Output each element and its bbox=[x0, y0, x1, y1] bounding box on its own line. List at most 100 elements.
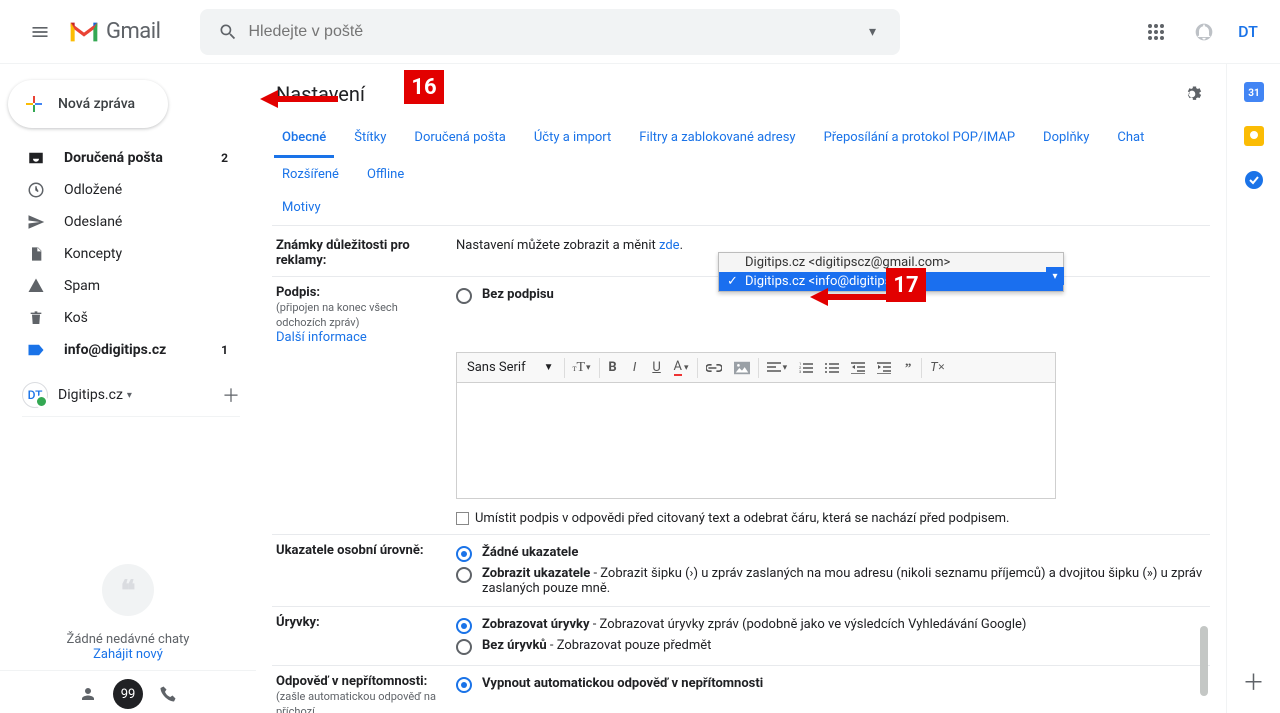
tasks-addon-icon[interactable] bbox=[1244, 170, 1264, 190]
keep-addon-icon[interactable] bbox=[1244, 126, 1264, 146]
vacation-hint: (zašle automatickou odpověď na příchozí bbox=[276, 690, 436, 713]
radio-indicators-show[interactable] bbox=[456, 567, 472, 583]
compose-button[interactable]: Nová zpráva bbox=[8, 80, 168, 128]
tab-general[interactable]: Obecné bbox=[274, 120, 334, 158]
signature-textarea[interactable] bbox=[456, 383, 1056, 499]
numbered-list-button[interactable]: 123 bbox=[793, 358, 819, 378]
apps-grid-icon[interactable] bbox=[1136, 12, 1176, 52]
tab-offline[interactable]: Offline bbox=[359, 157, 412, 192]
indicators-opt2-t: - Zobrazit šipku (›) u zpráv zaslaných n… bbox=[482, 566, 1202, 596]
font-family-select[interactable]: Sans Serif▼ bbox=[459, 356, 562, 379]
indicators-opt1: Žádné ukazatele bbox=[482, 545, 578, 560]
chevron-down-icon[interactable]: ▾ bbox=[127, 390, 132, 401]
tab-advanced[interactable]: Rozšířené bbox=[274, 157, 347, 192]
signature-placement-checkbox[interactable] bbox=[456, 512, 469, 525]
hangouts-start-link[interactable]: Zahájit nový bbox=[20, 647, 236, 662]
hangouts-tab[interactable]: 99 bbox=[113, 679, 143, 709]
clear-formatting-button[interactable]: T✕ bbox=[924, 356, 951, 379]
folder-nav: Doručená pošta 2 Odložené Odeslané Konce… bbox=[0, 142, 256, 366]
signature-toolbar: Sans Serif▼ тT▾ B I U A▾ ▾ bbox=[456, 352, 1056, 383]
hangouts-avatar[interactable]: DT bbox=[22, 382, 48, 408]
setting-label-text: Úryvky: bbox=[276, 615, 320, 630]
nav-label-info[interactable]: info@digitips.cz 1 bbox=[0, 334, 240, 366]
nav-trash[interactable]: Koš bbox=[0, 302, 240, 334]
indicators-opt2-b: Zobrazit ukazatele bbox=[482, 566, 590, 581]
gmail-logo[interactable]: Gmail bbox=[68, 19, 160, 44]
signature-more-link[interactable]: Další informace bbox=[276, 330, 367, 345]
dropdown-option-1[interactable]: Digitips.cz <digitipscz@gmail.com> bbox=[719, 253, 1063, 272]
hangouts-empty: ❝ Žádné nedávné chaty Zahájit nový bbox=[0, 554, 256, 670]
notifications-icon[interactable] bbox=[1184, 12, 1224, 52]
radio-snippets-hide[interactable] bbox=[456, 639, 472, 655]
nav-drafts[interactable]: Koncepty bbox=[0, 238, 240, 270]
gmail-m-icon bbox=[68, 20, 100, 44]
search-options-caret[interactable]: ▾ bbox=[852, 12, 892, 52]
nav-snoozed[interactable]: Odložené bbox=[0, 174, 240, 206]
signature-account-dropdown[interactable]: Digitips.cz <digitipscz@gmail.com> Digit… bbox=[718, 252, 1064, 292]
bullet-list-button[interactable] bbox=[819, 358, 845, 378]
settings-gear-icon[interactable] bbox=[1174, 76, 1210, 112]
setting-label-text: Odpověď v nepřítomnosti: bbox=[276, 674, 427, 689]
tab-chat[interactable]: Chat bbox=[1109, 120, 1152, 157]
inbox-icon bbox=[26, 149, 46, 167]
contacts-tab[interactable] bbox=[73, 679, 103, 709]
nav-count: 1 bbox=[221, 343, 228, 357]
tab-labels[interactable]: Štítky bbox=[346, 120, 394, 157]
nav-sent[interactable]: Odeslané bbox=[0, 206, 240, 238]
dropdown-handle-icon[interactable]: ▾ bbox=[1046, 267, 1064, 285]
settings-scroll[interactable]: Známky důležitosti pro reklamy: Nastaven… bbox=[272, 226, 1210, 713]
tab-inbox[interactable]: Doručená pošta bbox=[406, 120, 513, 157]
quote-button[interactable]: ” bbox=[897, 356, 919, 380]
signature-checkbox-label: Umístit podpis v odpovědi před citovaný … bbox=[475, 511, 1009, 526]
radio-no-signature[interactable] bbox=[456, 288, 472, 304]
setting-label-text: Podpis: bbox=[276, 285, 320, 300]
search-box[interactable]: ▾ bbox=[200, 9, 900, 55]
bold-button[interactable]: B bbox=[602, 356, 624, 379]
calendar-addon-icon[interactable]: 31 bbox=[1244, 82, 1264, 102]
nav-spam[interactable]: Spam bbox=[0, 270, 240, 302]
radio-indicators-none[interactable] bbox=[456, 546, 472, 562]
account-avatar[interactable]: DT bbox=[1232, 16, 1264, 48]
indent-less-button[interactable] bbox=[845, 358, 871, 378]
snippets-opt2-b: Bez úryvků bbox=[482, 638, 547, 653]
text-color-button[interactable]: A▾ bbox=[668, 355, 695, 380]
radio-vacation-off[interactable] bbox=[456, 677, 472, 693]
snippets-opt1-b: Zobrazovat úryvky bbox=[482, 617, 590, 632]
signature-hint: (připojen na konec všech odchozích zpráv… bbox=[276, 301, 398, 329]
new-chat-plus[interactable]: ＋ bbox=[218, 382, 244, 408]
tab-addons[interactable]: Doplňky bbox=[1035, 120, 1097, 157]
tab-accounts[interactable]: Účty a import bbox=[526, 120, 619, 157]
font-size-button[interactable]: тT▾ bbox=[567, 356, 597, 380]
tab-filters[interactable]: Filtry a zablokované adresy bbox=[631, 120, 803, 157]
tab-themes[interactable]: Motivy bbox=[274, 192, 329, 225]
plus-multicolor-icon bbox=[22, 92, 46, 116]
hangouts-tabs: 99 bbox=[0, 670, 256, 713]
setting-label-text: Ukazatele osobní úrovně: bbox=[276, 543, 424, 558]
hamburger-icon bbox=[30, 22, 50, 42]
italic-button[interactable]: I bbox=[624, 356, 646, 379]
hangouts-empty-text: Žádné nedávné chaty bbox=[20, 632, 236, 647]
no-signature-label: Bez podpisu bbox=[482, 287, 554, 302]
image-button[interactable] bbox=[728, 357, 756, 379]
importance-link[interactable]: zde bbox=[659, 238, 680, 253]
main-menu-button[interactable] bbox=[16, 8, 64, 56]
search-input[interactable] bbox=[248, 23, 852, 41]
nav-label: Spam bbox=[64, 278, 100, 294]
phone-tab[interactable] bbox=[153, 679, 183, 709]
sidebar: Nová zpráva Doručená pošta 2 Odložené Od… bbox=[0, 64, 256, 713]
scrollbar-thumb[interactable] bbox=[1200, 626, 1208, 696]
nav-label: Koncepty bbox=[64, 246, 122, 262]
indent-more-button[interactable] bbox=[871, 358, 897, 378]
tab-pop-imap[interactable]: Přeposílání a protokol POP/IMAP bbox=[816, 120, 1023, 157]
search-icon[interactable] bbox=[208, 12, 248, 52]
align-button[interactable]: ▾ bbox=[761, 358, 794, 378]
nav-label: info@digitips.cz bbox=[64, 342, 166, 358]
setting-label-text: Známky důležitosti pro reklamy: bbox=[276, 238, 410, 268]
add-addon-button[interactable]: ＋ bbox=[1242, 665, 1264, 697]
nav-inbox[interactable]: Doručená pošta 2 bbox=[0, 142, 240, 174]
link-button[interactable] bbox=[700, 359, 728, 377]
radio-snippets-show[interactable] bbox=[456, 618, 472, 634]
dropdown-option-2[interactable]: Digitips.cz <info@digitips.cz> bbox=[719, 272, 1063, 291]
spam-icon bbox=[26, 277, 46, 295]
underline-button[interactable]: U bbox=[646, 356, 668, 379]
